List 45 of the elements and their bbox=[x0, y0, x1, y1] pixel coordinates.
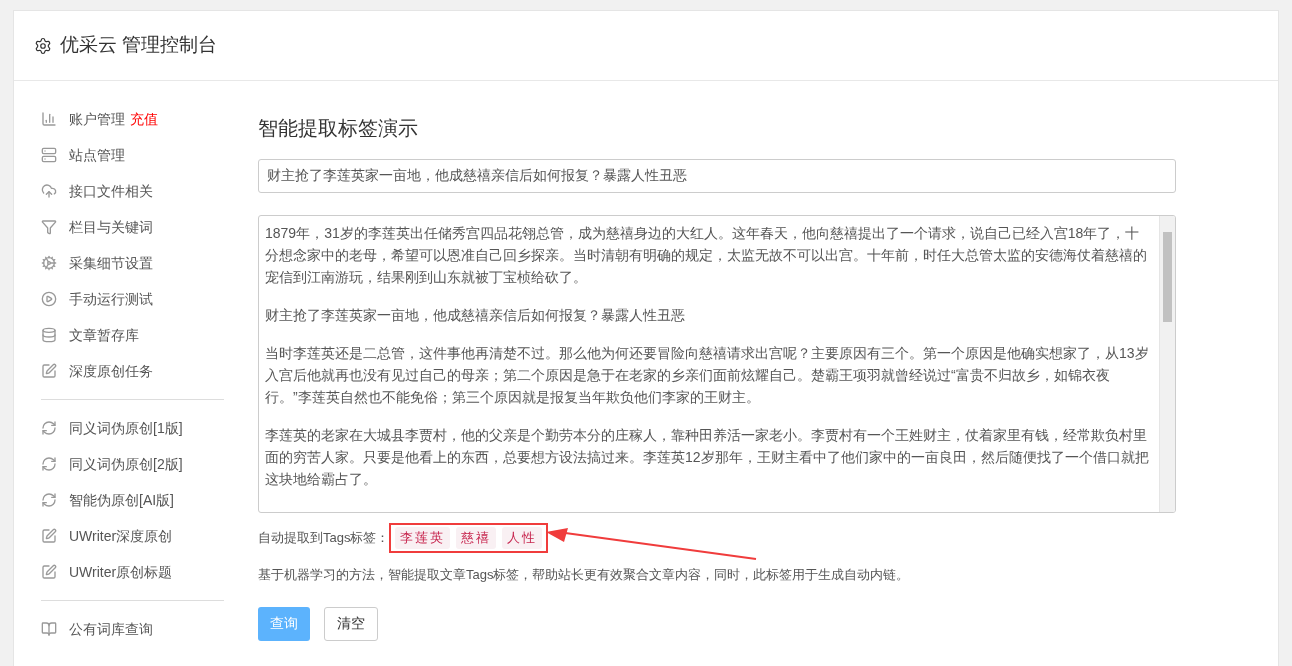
content-textarea[interactable] bbox=[258, 215, 1176, 513]
edit-icon bbox=[41, 564, 57, 580]
console-title: 优采云 管理控制台 bbox=[60, 33, 218, 58]
content-paragraph: 李莲英的老家在大城县李贾村，他的父亲是个勤劳本分的庄稼人，靠种田养活一家老小。李贾村有一个王姓财主，仗着家里有钱，经常欺负村里面的穷苦人家。只要是他看上的东西，总要想方设法搞过来。李莲英12岁那年，王财主看中了他们家中的一亩良田，然后随便找了一个借口就把这块地给霸占了。 bbox=[265, 426, 1150, 489]
sidebar-item[interactable]: 深度原创任务 bbox=[41, 360, 153, 382]
server-icon bbox=[41, 147, 57, 163]
edit-icon bbox=[41, 363, 57, 379]
sidebar-item[interactable]: 公有词库查询 bbox=[41, 618, 153, 640]
sidebar-item[interactable]: 站点管理 bbox=[41, 144, 125, 166]
tag: 李莲英 bbox=[395, 527, 451, 549]
database-icon bbox=[41, 327, 57, 343]
scrollbar[interactable] bbox=[1159, 216, 1175, 512]
sidebar-item[interactable]: 接口文件相关 bbox=[41, 180, 153, 202]
tag: 慈禧 bbox=[456, 527, 497, 549]
sidebar-item[interactable]: 采集细节设置 bbox=[41, 252, 153, 274]
sidebar-item[interactable]: 文章暂存库 bbox=[41, 324, 139, 346]
filter-icon bbox=[41, 219, 57, 235]
chart-icon bbox=[41, 111, 57, 127]
sidebar-item[interactable]: 同义词伪原创[2版] bbox=[41, 453, 183, 475]
recharge-link[interactable]: 充值 bbox=[130, 108, 158, 130]
page-heading: 智能提取标签演示 bbox=[258, 116, 419, 141]
tags-label: 自动提取到Tags标签： bbox=[258, 529, 390, 548]
clear-button[interactable]: 清空 bbox=[324, 606, 378, 641]
content-paragraph: 财主抢了李莲英家一亩地，他成慈禧亲信后如何报复？暴露人性丑恶 bbox=[265, 306, 686, 325]
sidebar-item[interactable]: 栏目与关键词 bbox=[41, 216, 153, 238]
title-field[interactable]: 财主抢了李莲英家一亩地，他成慈禧亲信后如何报复？暴露人性丑恶 bbox=[258, 159, 1176, 193]
play-icon bbox=[41, 291, 57, 307]
sidebar-item[interactable]: 智能伪原创[AI版] bbox=[41, 489, 174, 511]
refresh-icon bbox=[41, 492, 57, 508]
sidebar-item[interactable]: 账户管理 bbox=[41, 108, 125, 130]
gears-icon bbox=[41, 255, 57, 271]
refresh-icon bbox=[41, 456, 57, 472]
content-paragraph: 1879年，31岁的李莲英出任储秀宫四品花翎总管，成为慈禧身边的大红人。这年春天，他向慈禧提出了一个请求，说自己已经入宫18年了，十分想念家中的老母，希望可以恩准自己回乡探亲。当时清朝有明确的规定，太监无故不可以出宫。十年前，时任大总管太监的安德海仗着慈禧的宠信到江南游玩，结果刚到山东就被丁宝桢给砍了。 bbox=[265, 224, 1148, 287]
content-paragraph: 当时李莲英还是二总管，这件事他再清楚不过。那么他为何还要冒险向慈禧请求出宫呢？主要原因有三个。第一个原因是他确实想家了，从13岁入宫后他就再也没有见过自己的母亲；第二个原因是急于在老家的乡亲们面前炫耀自己。楚霸王项羽就曾经说过“富贵不归故乡，如锦衣夜行。”李莲英自然也不能免俗；第三个原因就是报复当年欺负他们李家的王财主。 bbox=[265, 344, 1150, 407]
sidebar-item[interactable]: 同义词伪原创[1版] bbox=[41, 417, 183, 439]
description-text: 基于机器学习的方法，智能提取文章Tags标签，帮助站长更有效聚合文章内容，同时，此标签用于生成自动内链。 bbox=[258, 566, 911, 584]
book-icon bbox=[41, 621, 57, 637]
sidebar-item[interactable]: UWriter深度原创 bbox=[41, 525, 173, 547]
edit-icon bbox=[41, 528, 57, 544]
tag: 人性 bbox=[502, 527, 543, 549]
settings-icon bbox=[34, 36, 52, 55]
refresh-icon bbox=[41, 420, 57, 436]
sidebar-item[interactable]: UWriter原创标题 bbox=[41, 561, 173, 583]
cloud-upload-icon bbox=[41, 183, 57, 199]
sidebar-item[interactable]: 手动运行测试 bbox=[41, 288, 153, 310]
